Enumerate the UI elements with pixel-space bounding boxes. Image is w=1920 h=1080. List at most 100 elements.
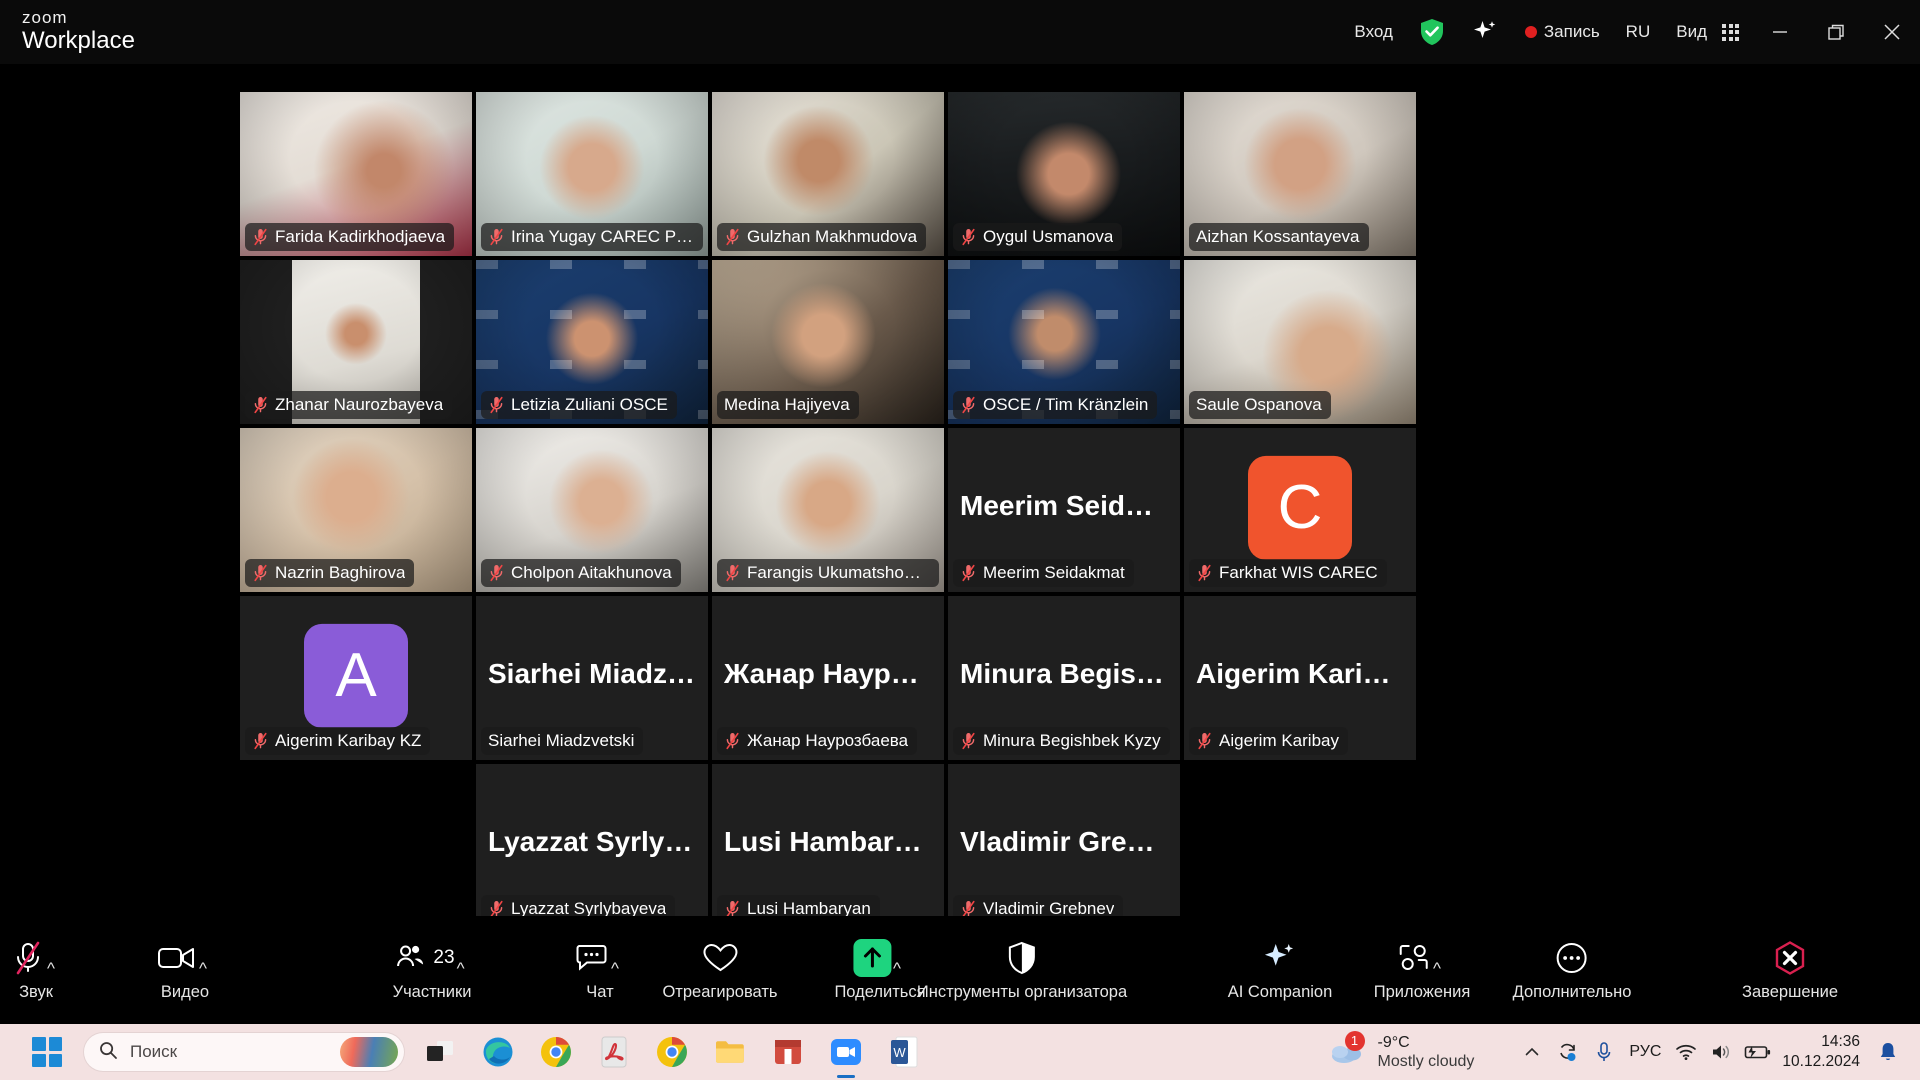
taskbar-chrome-second[interactable] bbox=[650, 1030, 694, 1074]
taskbar-microsoft-edge[interactable] bbox=[476, 1030, 520, 1074]
microphone-icon[interactable] bbox=[1586, 1032, 1622, 1072]
participant-name: Cholpon Aitakhunova bbox=[511, 562, 672, 583]
wifi-icon[interactable] bbox=[1668, 1032, 1704, 1072]
volume-icon[interactable] bbox=[1704, 1032, 1740, 1072]
toolbar-end-call-button[interactable]: Завершение bbox=[1734, 928, 1846, 1012]
tray-language[interactable]: РУС bbox=[1622, 1032, 1668, 1072]
toolbar-camera-button[interactable]: ^Видео bbox=[149, 928, 221, 1012]
restore-button[interactable] bbox=[1808, 0, 1864, 64]
participant-name-bar: Zhanar Naurozbayeva bbox=[245, 391, 452, 419]
close-icon bbox=[1880, 20, 1904, 44]
taskbar-microsoft-store[interactable] bbox=[766, 1030, 810, 1074]
windows-start-icon[interactable] bbox=[32, 1037, 62, 1067]
participant-tile[interactable]: Meerim Seidak...Meerim Seidakmat bbox=[948, 428, 1180, 592]
participant-name: Farangis Ukumatshoeva bbox=[747, 562, 930, 583]
battery-charging-icon[interactable] bbox=[1740, 1032, 1776, 1072]
participant-name-bar: OSCE / Tim Kränzlein bbox=[953, 391, 1157, 419]
microphone-muted-icon bbox=[724, 228, 741, 246]
brand-workplace: Workplace bbox=[22, 27, 135, 54]
participant-tile[interactable]: AAigerim Karibay KZ bbox=[240, 596, 472, 760]
participant-tile[interactable]: Farida Kadirkhodjaeva bbox=[240, 92, 472, 256]
taskbar-clock[interactable]: 14:36 10.12.2024 bbox=[1782, 1032, 1860, 1072]
participant-tile[interactable]: Lyazzat Syrlyba...Lyazzat Syrlybayeva bbox=[476, 764, 708, 928]
participant-tile[interactable]: Medina Hajiyeva bbox=[712, 260, 944, 424]
weather-condition: Mostly cloudy bbox=[1378, 1052, 1475, 1071]
view-button[interactable]: Вид bbox=[1663, 12, 1752, 52]
participant-tile[interactable]: Oygul Usmanova bbox=[948, 92, 1180, 256]
taskbar-google-chrome[interactable] bbox=[534, 1030, 578, 1074]
participant-tile[interactable]: Gulzhan Makhmudova bbox=[712, 92, 944, 256]
search-placeholder-text: Поиск bbox=[130, 1042, 177, 1062]
toolbar-button-label: Чат bbox=[586, 982, 613, 1002]
chevron-up-icon[interactable]: ^ bbox=[199, 960, 207, 977]
participant-name-bar: Farangis Ukumatshoeva bbox=[717, 559, 939, 587]
participant-tile[interactable]: CFarkhat WIS CAREC bbox=[1184, 428, 1416, 592]
toolbar-button-label: Завершение bbox=[1742, 982, 1838, 1002]
participant-tile[interactable]: Irina Yugay CAREC РЭЦЦА bbox=[476, 92, 708, 256]
chevron-up-icon[interactable]: ^ bbox=[893, 960, 901, 977]
host-tools-shield-icon bbox=[1007, 938, 1037, 978]
microphone-muted-icon bbox=[11, 938, 45, 978]
taskbar-task-view[interactable] bbox=[418, 1030, 462, 1074]
recording-indicator[interactable]: Запись bbox=[1512, 12, 1613, 52]
camera-icon bbox=[157, 938, 197, 978]
participant-name-bar: Cholpon Aitakhunova bbox=[481, 559, 681, 587]
close-button[interactable] bbox=[1864, 0, 1920, 64]
chevron-up-icon[interactable]: ^ bbox=[1433, 960, 1441, 977]
meeting-toolbar: ^Звук^Видео23^Участники^ЧатОтреагировать… bbox=[0, 916, 1920, 1024]
zoom-meeting-window: zoom Workplace Вход bbox=[0, 0, 1920, 1080]
search-input[interactable]: Поиск bbox=[84, 1033, 404, 1071]
encryption-shield-button[interactable] bbox=[1406, 12, 1458, 52]
shield-check-icon bbox=[1419, 18, 1445, 46]
onedrive-sync-icon[interactable] bbox=[1550, 1032, 1586, 1072]
toolbar-ai-sparkle-button[interactable]: AI Companion bbox=[1220, 928, 1341, 1012]
microphone-muted-icon bbox=[488, 228, 505, 246]
restore-icon bbox=[1825, 21, 1847, 43]
microphone-muted-icon bbox=[488, 564, 505, 582]
chevron-up-icon[interactable]: ^ bbox=[611, 960, 619, 977]
participant-name: Medina Hajiyeva bbox=[724, 394, 850, 415]
toolbar-button-label: Приложения bbox=[1374, 982, 1471, 1002]
participant-tile[interactable]: Vladimir GrebnevVladimir Grebnev bbox=[948, 764, 1180, 928]
participant-tile[interactable]: Жанар Науроз...Жанар Наурозбаева bbox=[712, 596, 944, 760]
toolbar-heart-reaction-button[interactable]: Отреагировать bbox=[654, 928, 785, 1012]
participant-tile[interactable]: Zhanar Naurozbayeva bbox=[240, 260, 472, 424]
language-button[interactable]: RU bbox=[1613, 12, 1664, 52]
chevron-up-icon[interactable]: ^ bbox=[47, 960, 55, 977]
weather-widget[interactable]: 1 -9°C Mostly cloudy bbox=[1329, 1033, 1475, 1071]
minimize-button[interactable] bbox=[1752, 0, 1808, 64]
participant-tile[interactable]: OSCE / Tim Kränzlein bbox=[948, 260, 1180, 424]
ai-companion-titlebar-button[interactable] bbox=[1458, 12, 1512, 52]
toolbar-more-dots-button[interactable]: Дополнительно bbox=[1505, 928, 1640, 1012]
chevron-up-icon[interactable] bbox=[1514, 1032, 1550, 1072]
participant-tile[interactable]: Lusi HambaryanLusi Hambaryan bbox=[712, 764, 944, 928]
participant-tile[interactable]: Saule Ospanova bbox=[1184, 260, 1416, 424]
participant-tile[interactable]: Aigerim KaribayAigerim Karibay bbox=[1184, 596, 1416, 760]
toolbar-chat-button[interactable]: ^ Чат bbox=[567, 928, 633, 1012]
chevron-up-icon[interactable]: ^ bbox=[457, 960, 465, 977]
participant-display-name: Жанар Науроз... bbox=[712, 658, 944, 690]
taskbar-file-explorer[interactable] bbox=[708, 1030, 752, 1074]
bell-icon[interactable] bbox=[1870, 1032, 1906, 1072]
participant-tile[interactable]: Minura Begishb...Minura Begishbek Kyzy bbox=[948, 596, 1180, 760]
participant-name-bar: Irina Yugay CAREC РЭЦЦА bbox=[481, 223, 703, 251]
toolbar-button-label: Участники bbox=[393, 982, 472, 1002]
sign-in-button[interactable]: Вход bbox=[1341, 12, 1405, 52]
participant-name-bar: Saule Ospanova bbox=[1189, 391, 1331, 419]
participant-tile[interactable]: Farangis Ukumatshoeva bbox=[712, 428, 944, 592]
participant-tile[interactable]: Cholpon Aitakhunova bbox=[476, 428, 708, 592]
taskbar-microsoft-word[interactable]: W bbox=[882, 1030, 926, 1074]
toolbar-apps-button[interactable]: ^ Приложения bbox=[1366, 928, 1479, 1012]
taskbar-zoom-app[interactable] bbox=[824, 1030, 868, 1074]
toolbar-button-label: Отреагировать bbox=[662, 982, 777, 1002]
taskbar-adobe-acrobat[interactable] bbox=[592, 1030, 636, 1074]
toolbar-participants-button[interactable]: 23^Участники bbox=[385, 928, 480, 1012]
participant-tile[interactable]: Letizia Zuliani OSCE bbox=[476, 260, 708, 424]
participant-tile[interactable]: Nazrin Baghirova bbox=[240, 428, 472, 592]
toolbar-microphone-muted-button[interactable]: ^Звук bbox=[3, 928, 69, 1012]
participant-tile[interactable]: Siarhei Miadzve...Siarhei Miadzvetski bbox=[476, 596, 708, 760]
ai-sparkle-icon bbox=[1262, 938, 1298, 978]
language-label: RU bbox=[1626, 22, 1651, 42]
toolbar-host-tools-shield-button[interactable]: Инструменты организатора bbox=[909, 928, 1135, 1012]
participant-tile[interactable]: Aizhan Kossantayeva bbox=[1184, 92, 1416, 256]
